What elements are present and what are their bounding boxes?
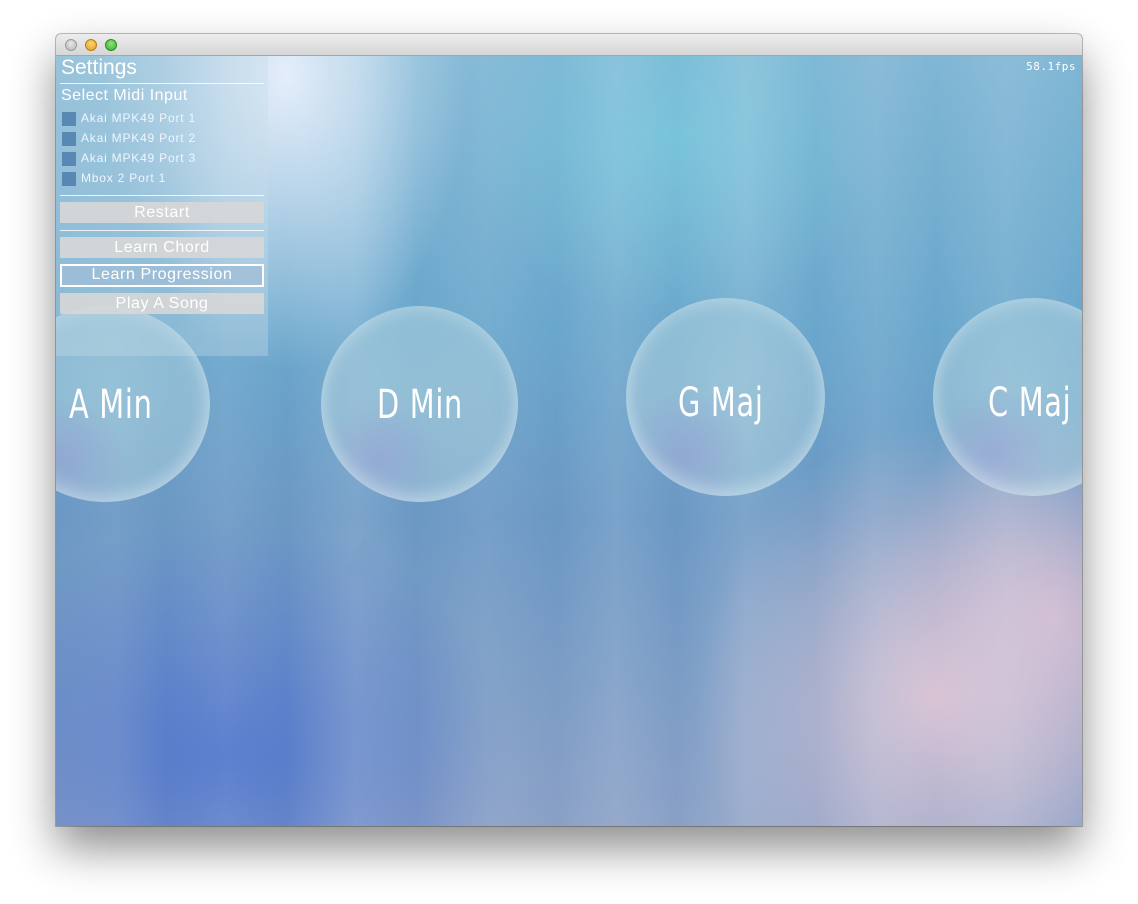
fps-readout: 58.1fps: [1026, 60, 1076, 73]
midi-input-item[interactable]: Akai MPK49 Port 1: [60, 108, 264, 128]
learn-progression-button[interactable]: Learn Progression: [60, 264, 264, 287]
midi-input-item[interactable]: Mbox 2 Port 1: [60, 168, 264, 188]
title-bar: [56, 34, 1082, 56]
divider: [60, 83, 264, 84]
current-chord-marker: [341, 536, 387, 575]
midi-input-label: Mbox 2 Port 1: [81, 171, 167, 185]
chord-label: A Min: [69, 382, 153, 428]
midi-input-item[interactable]: Akai MPK49 Port 3: [60, 148, 264, 168]
midi-input-checkbox[interactable]: [62, 112, 76, 126]
midi-input-checkbox[interactable]: [62, 152, 76, 166]
minimize-window-icon[interactable]: [85, 39, 97, 51]
midi-input-list: Akai MPK49 Port 1 Akai MPK49 Port 2 Akai…: [60, 108, 264, 188]
midi-input-checkbox[interactable]: [62, 132, 76, 146]
midi-input-heading: Select Midi Input: [61, 87, 188, 104]
zoom-window-icon[interactable]: [105, 39, 117, 51]
midi-input-checkbox[interactable]: [62, 172, 76, 186]
settings-panel: Settings Select Midi Input Akai MPK49 Po…: [56, 56, 268, 356]
play-song-button[interactable]: Play A Song: [60, 293, 264, 314]
midi-input-label: Akai MPK49 Port 2: [81, 131, 196, 145]
restart-button[interactable]: Restart: [60, 202, 264, 223]
chord-label: C Maj: [988, 380, 1072, 426]
settings-title: Settings: [61, 56, 137, 79]
chord-label: G Maj: [678, 380, 764, 426]
app-window: 58.1fps A Min D Min G Maj C Maj Settings…: [56, 34, 1082, 826]
divider: [60, 230, 264, 231]
divider: [60, 195, 264, 196]
midi-input-item[interactable]: Akai MPK49 Port 2: [60, 128, 264, 148]
chord-label: D Min: [377, 382, 464, 428]
midi-input-label: Akai MPK49 Port 3: [81, 151, 196, 165]
learn-chord-button[interactable]: Learn Chord: [60, 237, 264, 258]
close-window-icon[interactable]: [65, 39, 77, 51]
visualizer-canvas[interactable]: 58.1fps A Min D Min G Maj C Maj Settings…: [56, 56, 1082, 826]
midi-input-label: Akai MPK49 Port 1: [81, 111, 196, 125]
